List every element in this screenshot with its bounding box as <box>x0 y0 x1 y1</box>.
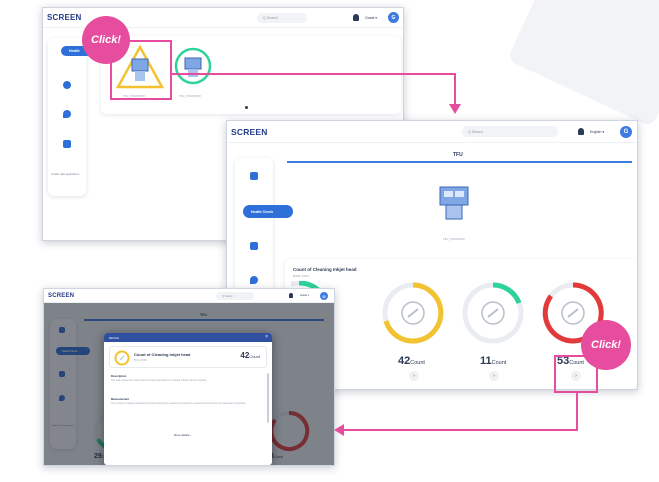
tab-underline <box>287 161 632 163</box>
click-callout-1: Click! <box>82 16 130 64</box>
notification-icon[interactable] <box>578 128 584 135</box>
notification-icon[interactable] <box>353 14 359 21</box>
close-icon[interactable]: × <box>265 334 268 340</box>
app-logo: SCREEN <box>48 292 75 299</box>
search-input[interactable]: Q Search <box>462 126 558 137</box>
description-text: This value shows how many times the inkj… <box>111 380 207 382</box>
sidebar-item-health-check[interactable]: Health Check <box>243 205 293 218</box>
app-logo: SCREEN <box>231 126 268 137</box>
dashboard-icon[interactable] <box>250 172 258 180</box>
language-menu[interactable]: English ▾ <box>590 130 604 134</box>
modal-header: DETAIL × <box>104 333 272 342</box>
modal-title: Count of Cleaning Inkjet head <box>134 352 191 357</box>
background-decoration <box>506 0 659 128</box>
gauge-mini-icon <box>114 350 130 366</box>
gauge-value-2: 11Count <box>480 355 507 367</box>
modal-scrollbar[interactable] <box>267 373 269 423</box>
app-logo: SCREEN <box>47 13 82 22</box>
gauge-detail-button-1[interactable]: › <box>409 371 419 381</box>
user-menu[interactable]: Guest ▾ <box>300 294 309 297</box>
top-bar: SCREEN Q Search English ▾ G <box>227 121 637 143</box>
location-icon[interactable] <box>63 110 71 118</box>
gauge-value-1: 42Count <box>398 355 425 367</box>
device-tile-2[interactable] <box>173 46 213 86</box>
user-menu[interactable]: Guest ▾ <box>365 16 377 20</box>
heart-icon[interactable] <box>63 81 71 89</box>
modal-value: 42Count <box>240 351 260 360</box>
detail-modal: DETAIL × Count of Cleaning Inkjet head T… <box>104 333 272 465</box>
notification-icon[interactable] <box>289 293 293 298</box>
avatar[interactable]: G <box>388 12 399 23</box>
device-label-2: TFU_XXXXXXXX <box>179 94 201 98</box>
avatar[interactable]: G <box>620 126 632 138</box>
gauge-2 <box>462 282 524 344</box>
sidebar-footer: Unable data applications <box>51 173 80 176</box>
measurement-label: Measurement <box>111 397 130 401</box>
more-details-link[interactable]: More details › <box>174 433 191 437</box>
location-icon[interactable] <box>250 276 258 284</box>
top-bar: SCREEN Q Search Guest ▾ G <box>44 289 334 303</box>
screen-detail-modal: SCREEN Q Search Guest ▾ G TFU Health Che… <box>43 288 335 466</box>
device-label: TFU_XXXXXXXX <box>443 237 465 241</box>
tutorial-canvas: SCREEN Q Search Guest ▾ G Health Unable … <box>0 0 659 482</box>
section-subtitle: DATE: 01/01 <box>293 274 309 278</box>
search-input[interactable]: Q Search <box>216 292 254 300</box>
modal-subtitle: TFU_XXXX <box>134 359 147 362</box>
modal-header-title: DETAIL <box>109 335 120 340</box>
gauge-1 <box>382 282 444 344</box>
modal-summary-card: Count of Cleaning Inkjet head TFU_XXXX 4… <box>109 346 267 368</box>
document-icon[interactable] <box>250 242 258 250</box>
search-input[interactable]: Q Search <box>257 13 307 23</box>
gauge-detail-button-2[interactable]: › <box>489 371 499 381</box>
section-title: Count of Cleaning Inkjet head <box>293 267 357 272</box>
document-icon[interactable] <box>63 140 71 148</box>
pagination-dot[interactable] <box>245 106 248 109</box>
avatar[interactable]: G <box>320 292 328 300</box>
description-label: Description <box>111 374 127 378</box>
measurement-text: The number of cleaning operations perfor… <box>111 403 247 405</box>
tab-tfu[interactable]: TFU <box>453 152 463 158</box>
click-callout-2: Click! <box>581 320 631 370</box>
sidebar: Health Unable data applications <box>48 38 99 196</box>
device-illustration <box>439 186 469 220</box>
